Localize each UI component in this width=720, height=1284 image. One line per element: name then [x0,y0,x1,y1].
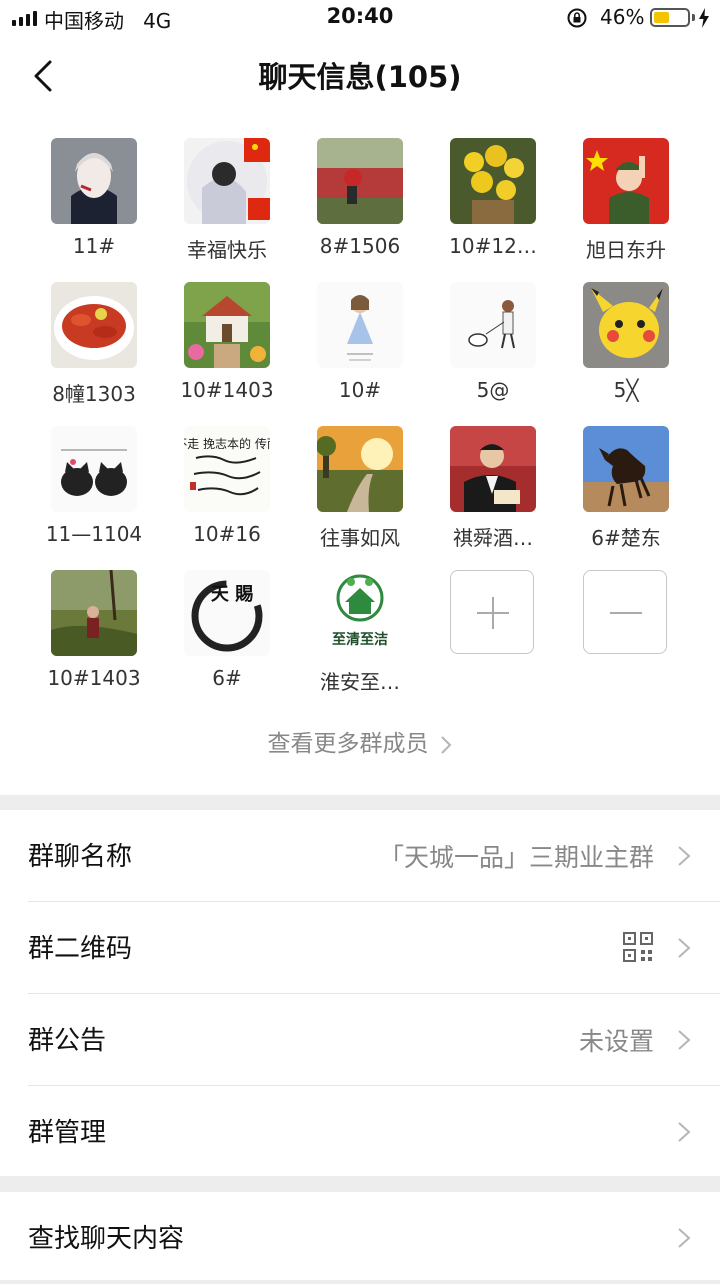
member-name: 10# [338,378,382,402]
remove-member-tile[interactable] [583,570,667,654]
avatar[interactable]: 天 賜 [184,570,270,656]
avatar[interactable]: 至清至洁 [317,570,403,656]
member-name: 10#1403 [47,666,141,690]
chevron-right-icon [678,846,691,866]
member-name: 幸福快乐 [187,238,267,262]
rotation-lock-icon [567,8,587,28]
page-title: 聊天信息(105) [258,60,462,94]
status-bar: 中国移动 4G 20:40 46% [0,0,720,36]
view-more-members-label: 查看更多群成员 [267,731,429,757]
member-name: 6# [212,666,242,690]
group-management-row[interactable]: 群管理 [0,1086,720,1178]
avatar-calligraphy: 天 賜 [211,584,253,605]
battery-fill [654,12,669,23]
member-name: 淮安至… [320,670,400,694]
add-member-tile[interactable] [450,570,534,654]
battery-percent: 46% [600,5,645,29]
group-name-row[interactable]: 群聊名称 「天城一品」三期业主群 [0,810,720,902]
battery-cap [692,14,695,21]
chevron-right-icon [678,1122,691,1142]
avatar[interactable] [51,282,137,368]
member-name: 旭日东升 [586,238,666,262]
avatar[interactable] [583,426,669,512]
avatar[interactable]: 佳若怡的 俊永不走 挽志本的 传而走 做生本的事 [184,426,270,512]
minus-icon [610,612,642,614]
group-management-label: 群管理 [28,1118,107,1148]
avatar[interactable] [317,282,403,368]
chevron-right-icon [678,1228,691,1248]
search-chat-history-row[interactable]: 查找聊天内容 [0,1192,720,1284]
avatar[interactable] [583,138,669,224]
group-settings: 群聊名称 「天城一品」三期业主群 群二维码 群公告 未设置 群管理 [0,810,720,1176]
member-name: 6#楚东 [591,526,661,550]
chevron-right-icon [678,1030,691,1050]
plus-icon [477,597,509,629]
avatar[interactable] [450,138,536,224]
member-name: 5╳ [613,378,639,402]
avatar[interactable] [450,426,536,512]
group-announcement-row[interactable]: 群公告 未设置 [0,994,720,1086]
charging-bolt-icon [699,8,709,28]
group-name-label: 群聊名称 [28,842,133,872]
qr-code-icon [623,932,653,962]
member-name: 8幢1303 [52,382,136,406]
group-qr-code-label: 群二维码 [28,934,133,964]
chevron-right-icon [440,735,451,754]
member-name: 8#1506 [319,234,401,258]
member-name: 往事如风 [320,526,400,550]
member-name: 5@ [476,378,510,402]
member-grid: 11# 幸福快乐 8#1506 10#12… 旭日东升 8幢1303 10#14… [0,112,720,795]
group-qr-code-row[interactable]: 群二维码 [0,902,720,994]
avatar[interactable] [51,426,137,512]
search-settings: 查找聊天内容 [0,1192,720,1280]
member-name: 祺舜酒… [453,526,533,550]
avatar[interactable] [317,138,403,224]
avatar[interactable] [450,282,536,368]
member-name: 10#12… [449,234,537,258]
view-more-members-link[interactable]: 查看更多群成员 [0,724,720,758]
group-name-value: 「天城一品」三期业主群 [378,843,654,872]
avatar[interactable] [51,570,137,656]
member-name: 11—1104 [45,522,143,546]
chevron-right-icon [678,938,691,958]
avatar[interactable] [583,282,669,368]
avatar[interactable] [51,138,137,224]
avatar[interactable] [184,138,270,224]
avatar[interactable] [184,282,270,368]
member-name: 11# [72,234,116,258]
battery-icon [650,8,690,27]
search-chat-history-label: 查找聊天内容 [28,1224,185,1254]
nav-bar: 聊天信息(105) [0,36,720,112]
avatar-calligraphy: 佳若怡的 俊永不走 挽志本的 传而走 做生本的事 [184,436,270,451]
member-name: 10#16 [193,522,261,546]
group-announcement-label: 群公告 [28,1026,107,1056]
group-announcement-value: 未设置 [578,1027,654,1056]
member-name: 10#1403 [180,378,274,402]
avatar[interactable] [317,426,403,512]
avatar-text: 至清至洁 [332,631,388,648]
